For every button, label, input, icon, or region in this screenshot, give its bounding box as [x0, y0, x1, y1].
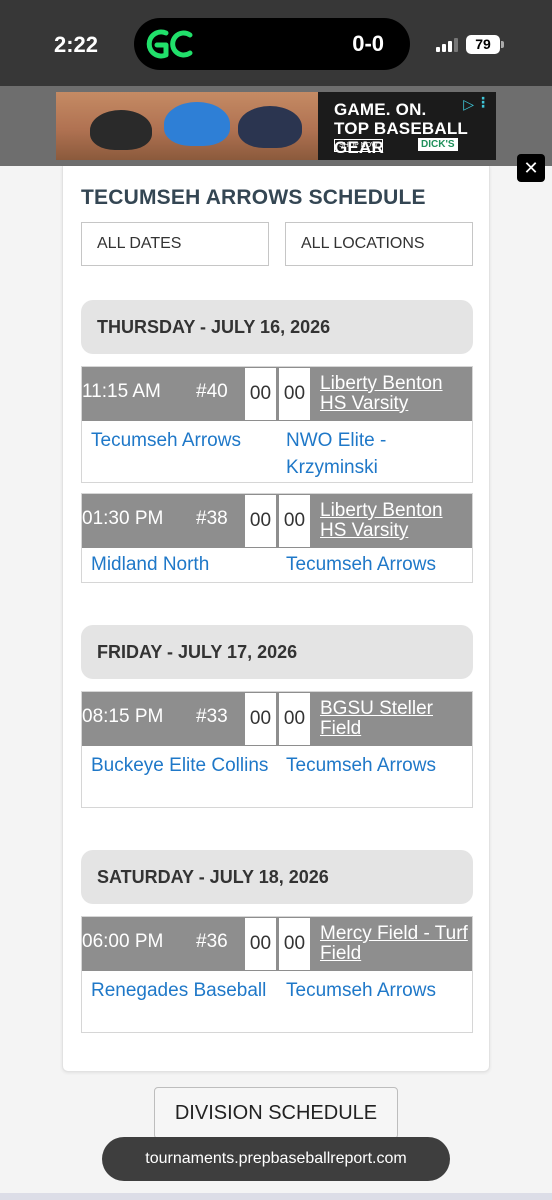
day-header: THURSDAY - JULY 16, 2026 [81, 300, 473, 354]
team2-link[interactable]: Tecumseh Arrows [286, 752, 470, 779]
status-time: 2:22 [54, 32, 99, 57]
game-time: 08:15 PM [82, 706, 164, 727]
game-time: 11:15 AM [82, 381, 161, 402]
ad-shop-now-button[interactable]: SHOP NOW [334, 139, 383, 152]
url-bar[interactable]: tournaments.prepbaseballreport.com [102, 1137, 450, 1181]
team2-score: 00 [278, 367, 311, 421]
locations-filter[interactable]: ALL LOCATIONS [285, 222, 473, 266]
adchoices-icon[interactable]: ▷ [463, 96, 474, 113]
battery-icon: 79 [466, 35, 500, 54]
game-time: 06:00 PM [82, 931, 164, 952]
game-location-link[interactable]: Liberty Benton HS Varsity [320, 501, 472, 541]
close-icon[interactable]: ✕ [517, 154, 545, 182]
game-location-link[interactable]: Mercy Field - Turf Field [320, 924, 472, 964]
team1-link[interactable]: Tecumseh Arrows [91, 427, 271, 454]
game-info-row: 06:00 PM #36 00 00 Mercy Field - Turf Fi… [82, 917, 472, 971]
team2-link[interactable]: Tecumseh Arrows [286, 551, 470, 578]
schedule-card: TECUMSEH ARROWS SCHEDULE ALL DATES ALL L… [62, 166, 490, 1072]
ad-image [56, 92, 318, 160]
ad-banner[interactable]: GAME. ON. TOP BASEBALL GEAR SHOP NOW DIC… [56, 92, 496, 160]
page-title: TECUMSEH ARROWS SCHEDULE [81, 186, 426, 209]
status-bar: 2:22 0-0 79 [0, 0, 552, 86]
game-time: 01:30 PM [82, 508, 164, 529]
game-card: 08:15 PM #33 00 00 BGSU Steller Field Bu… [81, 691, 473, 808]
game-number: #36 [196, 931, 228, 952]
dates-filter[interactable]: ALL DATES [81, 222, 269, 266]
ad-brand-logo: DICK'S [418, 138, 458, 151]
game-location-link[interactable]: Liberty Benton HS Varsity [320, 374, 472, 414]
division-schedule-button[interactable]: DIVISION SCHEDULE [154, 1087, 398, 1139]
team1-score: 00 [244, 494, 277, 548]
game-number: #38 [196, 508, 228, 529]
team1-link[interactable]: Midland North [91, 551, 271, 578]
bottom-bar [0, 1193, 552, 1200]
signal-icon [436, 38, 460, 52]
team2-score: 00 [278, 917, 311, 971]
helmet-center [164, 102, 230, 146]
team2-link[interactable]: Tecumseh Arrows [286, 977, 470, 1004]
game-card: 01:30 PM #38 00 00 Liberty Benton HS Var… [81, 493, 473, 583]
ad-text-panel: GAME. ON. TOP BASEBALL GEAR SHOP NOW DIC… [318, 92, 496, 160]
live-activity-island[interactable]: 0-0 [134, 18, 410, 70]
live-score: 0-0 [352, 31, 384, 56]
team2-score: 00 [278, 692, 311, 746]
helmet-right [238, 106, 302, 148]
game-number: #40 [196, 381, 228, 402]
team1-score: 00 [244, 917, 277, 971]
game-info-row: 01:30 PM #38 00 00 Liberty Benton HS Var… [82, 494, 472, 548]
team1-score: 00 [244, 367, 277, 421]
game-location-link[interactable]: BGSU Steller Field [320, 699, 472, 739]
team1-score: 00 [244, 692, 277, 746]
team1-link[interactable]: Renegades Baseball [91, 977, 271, 1004]
game-card: 06:00 PM #36 00 00 Mercy Field - Turf Fi… [81, 916, 473, 1033]
team2-link[interactable]: NWO Elite - Krzyminski [286, 427, 470, 481]
game-info-row: 08:15 PM #33 00 00 BGSU Steller Field [82, 692, 472, 746]
day-header: FRIDAY - JULY 17, 2026 [81, 625, 473, 679]
game-info-row: 11:15 AM #40 00 00 Liberty Benton HS Var… [82, 367, 472, 421]
gamechanger-logo-icon [146, 29, 193, 59]
game-card: 11:15 AM #40 00 00 Liberty Benton HS Var… [81, 366, 473, 483]
team1-link[interactable]: Buckeye Elite Collins [91, 752, 271, 779]
more-icon[interactable]: ⋮ [476, 94, 490, 111]
day-header: SATURDAY - JULY 18, 2026 [81, 850, 473, 904]
helmet-left [90, 110, 152, 150]
team2-score: 00 [278, 494, 311, 548]
battery-tip [501, 41, 504, 48]
game-number: #33 [196, 706, 228, 727]
